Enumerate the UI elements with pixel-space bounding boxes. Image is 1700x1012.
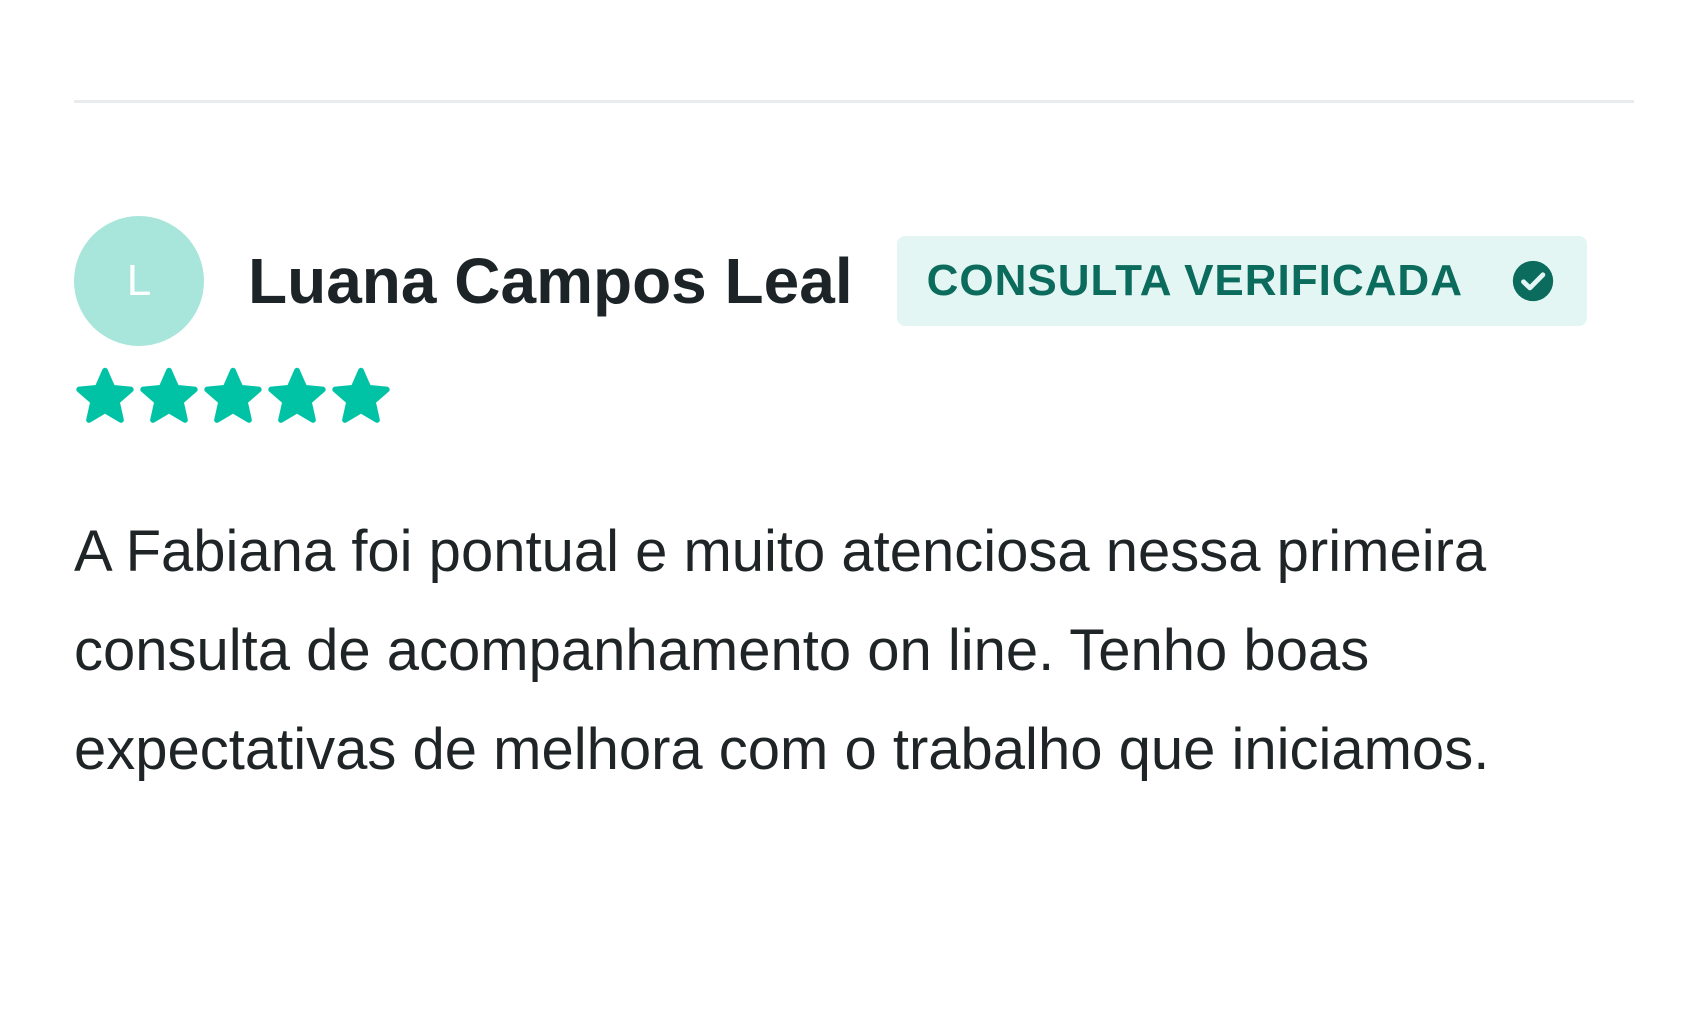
verified-badge-label: CONSULTA VERIFICADA xyxy=(926,256,1463,305)
reviewer-name: Luana Campos Leal xyxy=(248,245,853,317)
review-header: L Luana Campos Leal CONSULTA VERIFICADA xyxy=(74,216,1634,346)
star-icon xyxy=(76,367,134,423)
avatar: L xyxy=(74,216,204,346)
review-card: L Luana Campos Leal CONSULTA VERIFICADA … xyxy=(74,216,1634,799)
check-circle-icon xyxy=(1512,260,1554,302)
star-icon xyxy=(140,367,198,423)
review-body: A Fabiana foi pontual e muito atenciosa … xyxy=(74,519,1490,782)
avatar-initial: L xyxy=(126,256,152,305)
star-icon xyxy=(332,367,390,423)
review-text: A Fabiana foi pontual e muito atenciosa … xyxy=(74,502,1634,799)
star-icon xyxy=(204,367,262,423)
section-divider xyxy=(74,100,1634,103)
star-rating xyxy=(74,366,1634,428)
verified-consultation-badge: CONSULTA VERIFICADA xyxy=(896,236,1587,326)
star-icon xyxy=(268,367,326,423)
